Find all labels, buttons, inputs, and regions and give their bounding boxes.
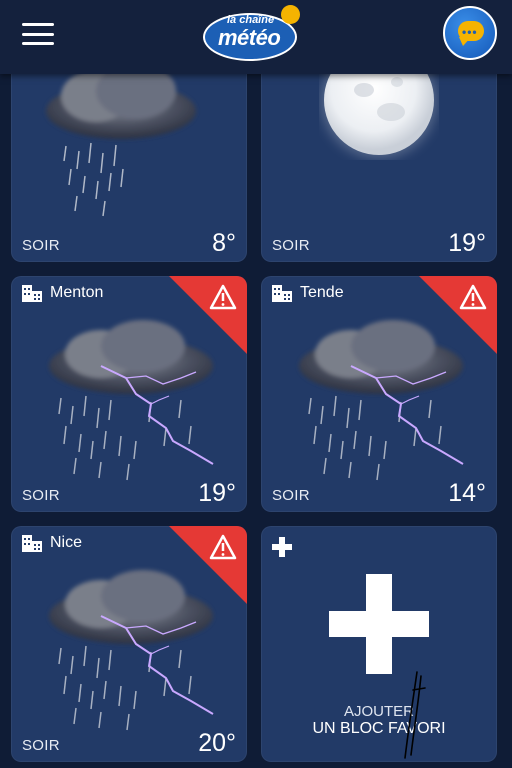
temperature: 19°: [448, 229, 486, 257]
plus-icon: [272, 537, 292, 557]
logo-text-bottom: météo: [218, 25, 281, 50]
pen-scribble-mark: [404, 671, 426, 759]
city-row: Tende: [272, 284, 344, 302]
city-row: Menton: [22, 284, 103, 302]
hamburger-menu-icon[interactable]: [22, 23, 54, 45]
forecast-period: SOIR: [22, 487, 60, 504]
chat-button[interactable]: •••: [443, 6, 497, 60]
forecast-period: SOIR: [22, 737, 60, 754]
forecast-period: SOIR: [272, 237, 310, 254]
weather-card[interactable]: Nice SOIR 20°: [11, 526, 247, 762]
weather-card[interactable]: Tende SOIR 14°: [261, 276, 497, 512]
rain-cloud-icon: [46, 63, 196, 217]
city-name: Nice: [50, 534, 83, 551]
app-logo: la chaîne météo: [205, 5, 305, 61]
forecast-period: SOIR: [272, 487, 310, 504]
add-favorite-card[interactable]: AJOUTER UN BLOC FAVORI: [261, 526, 497, 762]
add-favorite-label-line1: AJOUTER: [343, 703, 414, 720]
add-favorite-label-line2: UN BLOC FAVORI: [312, 720, 446, 737]
building-icon: [272, 284, 292, 302]
temperature: 19°: [198, 479, 236, 507]
city-name: Tende: [300, 284, 344, 301]
thunderstorm-icon: [49, 570, 214, 731]
city-name: Menton: [50, 284, 104, 301]
temperature: 14°: [448, 479, 486, 507]
temperature: 8°: [212, 229, 236, 257]
city-row: Nice: [22, 534, 82, 552]
thunderstorm-icon: [299, 320, 464, 481]
building-icon: [22, 284, 42, 302]
weather-card[interactable]: Menton SOIR 19°: [11, 276, 247, 512]
app-header: la chaîne météo •••: [0, 0, 512, 74]
temperature: 20°: [198, 729, 236, 757]
logo-sun-icon: [281, 5, 300, 24]
thunderstorm-icon: [49, 320, 214, 481]
add-favorite-plus-icon[interactable]: [329, 574, 429, 674]
building-icon: [22, 534, 42, 552]
forecast-period: SOIR: [22, 237, 60, 254]
